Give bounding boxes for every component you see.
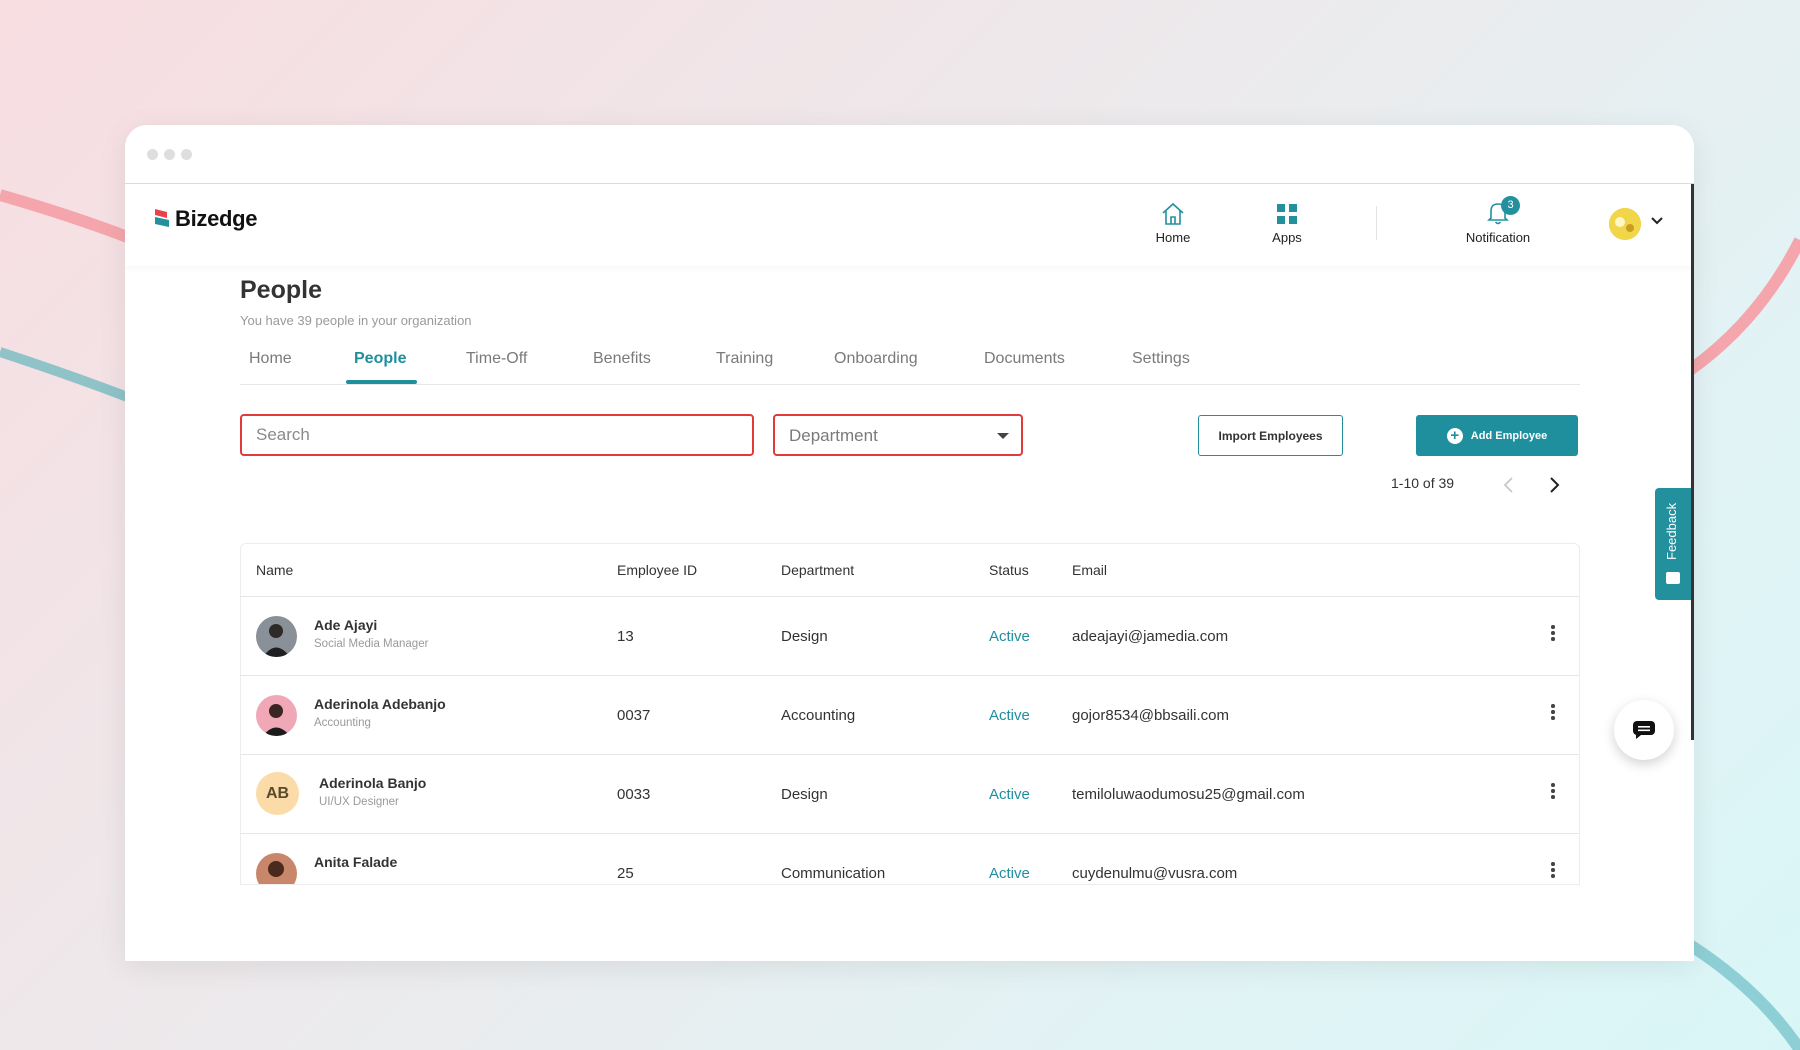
employee-email: cuydenulmu@vusra.com (1072, 865, 1238, 882)
top-navigation: Bizedge Home Apps 3 Notification (125, 184, 1694, 266)
chevron-down-icon[interactable] (1650, 214, 1664, 228)
employee-department: Design (781, 628, 828, 645)
page-subtitle: You have 39 people in your organization (240, 313, 472, 328)
employee-name[interactable]: Aderinola Banjo (319, 775, 426, 791)
employee-department: Accounting (781, 707, 856, 724)
window-titlebar (125, 125, 1694, 184)
department-select-label: Department (789, 426, 878, 445)
window-scrollbar[interactable] (1691, 184, 1694, 740)
user-avatar[interactable] (1609, 208, 1641, 240)
more-options-icon[interactable] (1551, 625, 1555, 643)
avatar-image (1609, 208, 1641, 240)
employee-role: UI/UX Designer (319, 796, 399, 808)
table-header: Name Employee ID Department Status Email (241, 544, 1579, 597)
status-badge: Active (989, 628, 1030, 645)
employee-avatar (256, 695, 297, 736)
column-header-status[interactable]: Status (989, 562, 1029, 578)
status-badge: Active (989, 707, 1030, 724)
window-dot-icon (147, 149, 158, 160)
employee-initials-avatar: AB (256, 772, 299, 815)
more-options-icon[interactable] (1551, 704, 1555, 722)
more-options-icon[interactable] (1551, 783, 1555, 801)
logo-mark-icon (155, 209, 169, 227)
brand-logo[interactable]: Bizedge (153, 206, 258, 232)
add-employee-button[interactable]: + Add Employee (1416, 415, 1578, 456)
column-header-employee-id[interactable]: Employee ID (617, 562, 697, 578)
column-header-name[interactable]: Name (256, 562, 293, 578)
tab-training[interactable]: Training (716, 350, 773, 368)
app-window: Bizedge Home Apps 3 Notification People … (125, 125, 1694, 961)
nav-home-label: Home (1155, 230, 1191, 245)
nav-notification[interactable]: 3 Notification (1458, 195, 1538, 245)
window-dot-icon (181, 149, 192, 160)
chat-bubble-icon (1666, 572, 1680, 584)
column-header-department[interactable]: Department (781, 562, 854, 578)
status-badge: Active (989, 786, 1030, 803)
department-select[interactable]: Department (773, 414, 1023, 456)
import-employees-button[interactable]: Import Employees (1198, 415, 1343, 456)
nav-notification-label: Notification (1465, 230, 1531, 245)
tab-benefits[interactable]: Benefits (593, 350, 651, 368)
table-row[interactable]: Anita Falade 25 Communication Active cuy… (241, 834, 1579, 884)
status-badge: Active (989, 865, 1030, 882)
section-tabs: Home People Time-Off Benefits Training O… (240, 336, 1580, 385)
column-header-email[interactable]: Email (1072, 562, 1107, 578)
tab-settings[interactable]: Settings (1132, 350, 1190, 368)
tab-documents[interactable]: Documents (984, 350, 1065, 368)
active-tab-indicator (346, 380, 417, 384)
employee-role: Accounting (314, 717, 371, 729)
tab-time-off[interactable]: Time-Off (466, 350, 527, 368)
tab-onboarding[interactable]: Onboarding (834, 350, 918, 368)
feedback-tab[interactable]: Feedback (1655, 488, 1692, 600)
employee-email: temiloluwaodumosu25@gmail.com (1072, 786, 1305, 803)
feedback-label: Feedback (1664, 502, 1679, 560)
employee-department: Design (781, 786, 828, 803)
employee-department: Communication (781, 865, 886, 882)
employee-name[interactable]: Ade Ajayi (314, 617, 377, 633)
search-input[interactable] (240, 414, 754, 456)
brand-name: Bizedge (175, 206, 258, 231)
nav-apps-label: Apps (1272, 230, 1302, 245)
employee-avatar (256, 853, 297, 884)
employee-name[interactable]: Anita Falade (314, 854, 397, 870)
employee-role: Social Media Manager (314, 638, 429, 650)
table-row[interactable]: Aderinola Adebanjo Accounting 0037 Accou… (241, 676, 1579, 755)
table-row[interactable]: AB Aderinola Banjo UI/UX Designer 0033 D… (241, 755, 1579, 834)
pagination-range: 1-10 of 39 (1391, 475, 1455, 491)
employee-name[interactable]: Aderinola Adebanjo (314, 696, 446, 712)
chevron-left-icon[interactable] (1502, 476, 1516, 494)
add-employee-label: Add Employee (1470, 429, 1548, 442)
apps-grid-icon (1277, 204, 1297, 224)
chevron-right-icon[interactable] (1547, 476, 1561, 494)
nav-divider (1376, 206, 1377, 240)
notification-count-badge: 3 (1501, 195, 1520, 215)
chat-icon (1633, 721, 1655, 739)
employee-email: gojor8534@bbsaili.com (1072, 707, 1229, 724)
nav-home[interactable]: Home (1143, 198, 1203, 245)
employee-id: 13 (617, 628, 634, 645)
page-title: People (240, 276, 322, 304)
employee-id: 25 (617, 865, 634, 882)
employee-email: adeajayi@jamedia.com (1072, 628, 1229, 645)
tab-people[interactable]: People (354, 350, 406, 368)
employee-id: 0033 (617, 786, 651, 803)
employees-table: Name Employee ID Department Status Email… (240, 543, 1580, 885)
tab-home[interactable]: Home (249, 350, 292, 368)
table-row[interactable]: Ade Ajayi Social Media Manager 13 Design… (241, 597, 1579, 676)
employee-avatar (256, 616, 297, 657)
chat-launcher-button[interactable] (1614, 700, 1674, 760)
more-options-icon[interactable] (1551, 862, 1555, 880)
plus-circle-icon: + (1446, 427, 1463, 444)
home-icon (1162, 202, 1184, 225)
window-dot-icon (164, 149, 175, 160)
nav-apps[interactable]: Apps (1257, 198, 1317, 245)
employee-id: 0037 (617, 707, 651, 724)
caret-down-icon (997, 433, 1009, 439)
